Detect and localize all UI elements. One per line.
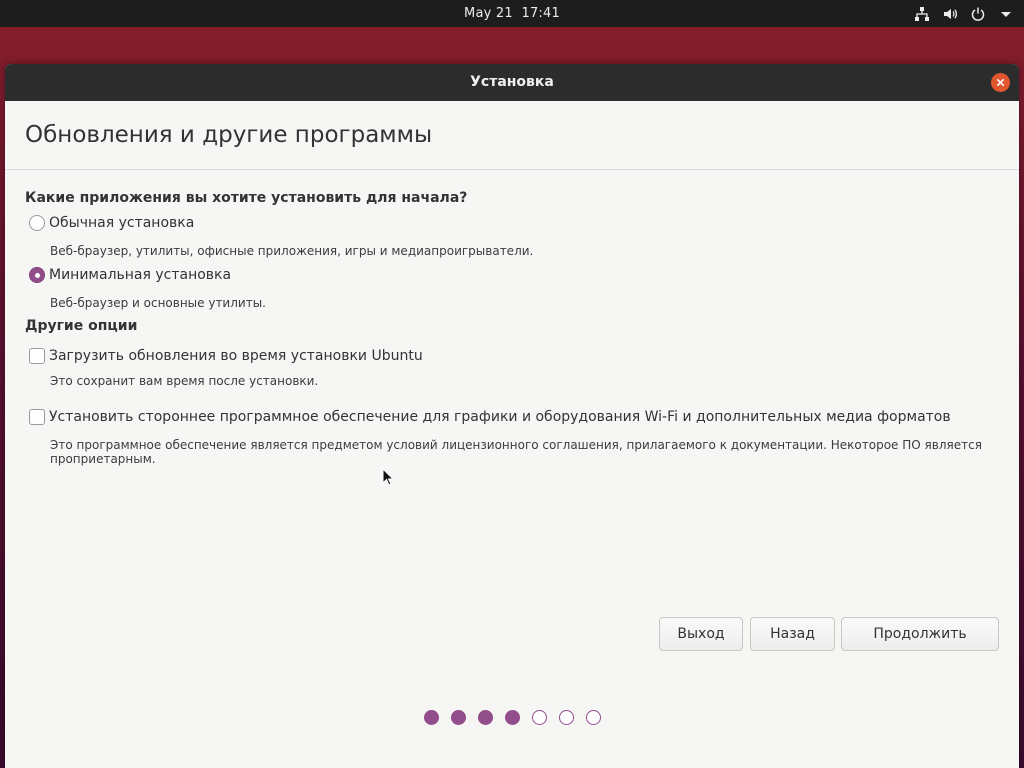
mouse-cursor-icon	[382, 468, 394, 486]
third-party-software-checkbox[interactable]: Установить стороннее программное обеспеч…	[29, 409, 951, 425]
progress-dot-pending	[558, 710, 574, 725]
third-party-software-label: Установить стороннее программное обеспеч…	[49, 409, 951, 425]
clock-time: 17:41	[521, 6, 560, 21]
network-icon[interactable]	[914, 6, 930, 22]
download-updates-description: Это сохранит вам время после установки.	[50, 374, 319, 388]
radio-indicator[interactable]	[29, 215, 45, 231]
close-icon	[996, 78, 1005, 87]
download-updates-label: Загрузить обновления во время установки …	[49, 348, 423, 364]
normal-install-description: Веб-браузер, утилиты, офисные приложения…	[50, 244, 534, 258]
window-title: Установка	[470, 74, 554, 90]
continue-button[interactable]: Продолжить	[841, 617, 999, 651]
minimal-install-radio[interactable]: Минимальная установка	[29, 267, 231, 283]
system-tray[interactable]	[914, 0, 1014, 27]
normal-install-label: Обычная установка	[49, 215, 195, 231]
install-type-heading: Какие приложения вы хотите установить дл…	[25, 190, 468, 206]
third-party-software-description: Это программное обеспечение является пре…	[50, 438, 982, 466]
quit-button[interactable]: Выход	[659, 617, 743, 651]
window-titlebar[interactable]: Установка	[5, 64, 1019, 101]
progress-dot-complete	[477, 710, 493, 725]
page-title: Обновления и другие программы	[25, 122, 433, 148]
progress-dot-complete	[423, 710, 439, 725]
close-button[interactable]	[991, 73, 1010, 92]
power-icon[interactable]	[970, 6, 986, 22]
step-progress	[5, 710, 1019, 725]
clock[interactable]: May 21 17:41	[0, 0, 1024, 27]
top-bar: May 21 17:41	[0, 0, 1024, 27]
progress-dot-pending	[531, 710, 547, 725]
chevron-down-icon[interactable]	[998, 6, 1014, 22]
other-options-heading: Другие опции	[25, 318, 138, 334]
clock-date: May 21	[464, 6, 513, 21]
back-button[interactable]: Назад	[750, 617, 835, 651]
minimal-install-label: Минимальная установка	[49, 267, 232, 283]
normal-install-radio[interactable]: Обычная установка	[29, 215, 194, 231]
progress-dot-complete	[504, 710, 520, 725]
download-updates-checkbox[interactable]: Загрузить обновления во время установки …	[29, 348, 423, 364]
radio-indicator-checked[interactable]	[29, 267, 45, 283]
installer-window: Установка Обновления и другие программы …	[5, 64, 1019, 768]
minimal-install-description: Веб-браузер и основные утилиты.	[50, 296, 266, 310]
header-divider	[5, 169, 1019, 170]
progress-dot-pending	[585, 710, 601, 725]
progress-dot-complete	[450, 710, 466, 725]
checkbox-indicator[interactable]	[29, 409, 45, 425]
volume-icon[interactable]	[942, 6, 958, 22]
checkbox-indicator[interactable]	[29, 348, 45, 364]
